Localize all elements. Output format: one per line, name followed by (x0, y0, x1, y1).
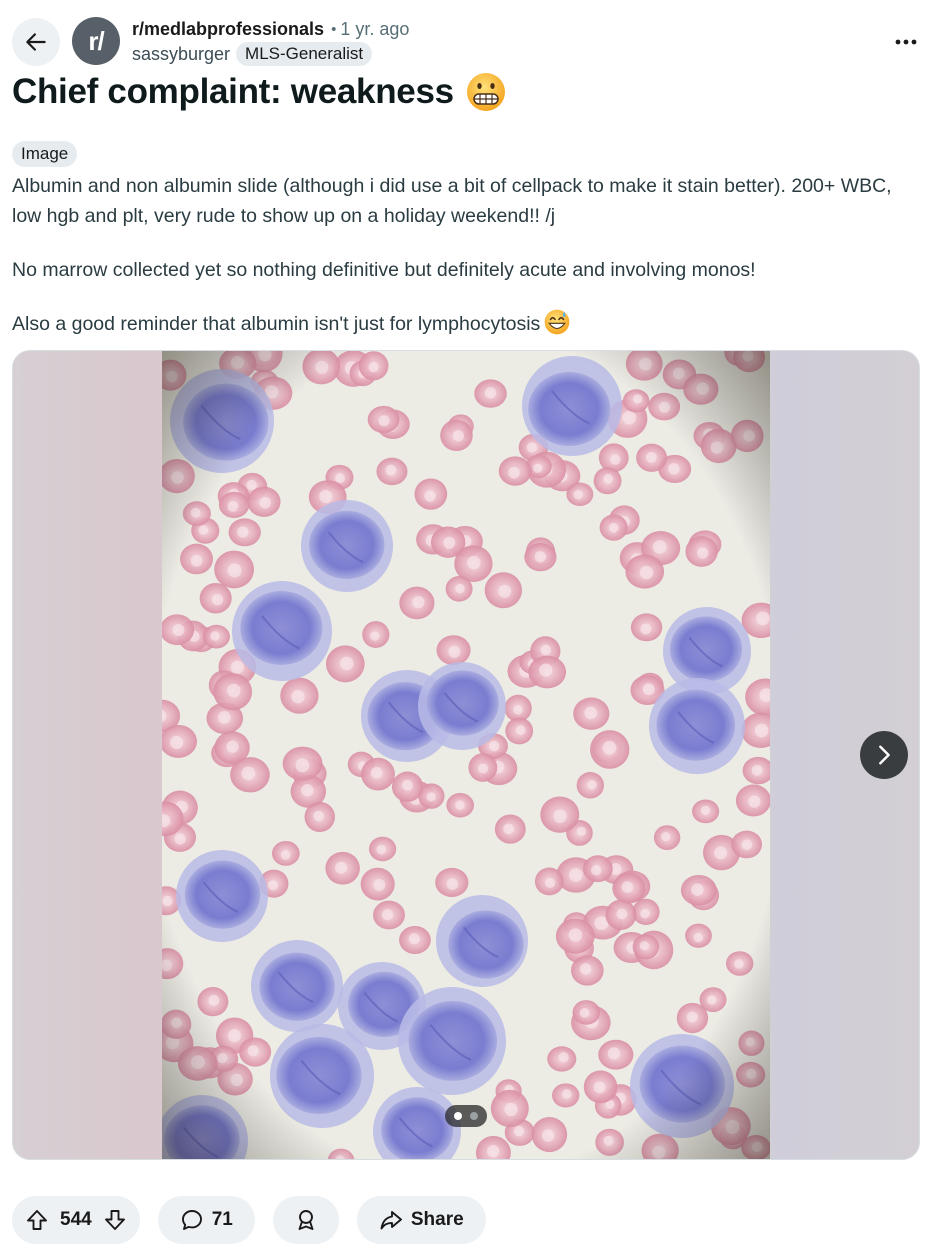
post-age: 1 yr. ago (340, 19, 410, 39)
subreddit-avatar[interactable]: r/ (72, 17, 120, 65)
share-label: Share (410, 1209, 464, 1230)
post-title-text: Chief complaint: weakness (12, 72, 454, 111)
subreddit-name[interactable]: r/medlabprofessionals (132, 19, 324, 40)
author-name[interactable]: sassyburger (132, 44, 230, 65)
user-flair: MLS-Generalist (236, 42, 373, 66)
upvote-arrow-icon (27, 1210, 47, 1230)
gallery-next-button[interactable] (860, 731, 908, 779)
chevron-right-icon (879, 745, 890, 765)
comment-bubble-icon (181, 1210, 202, 1230)
body-paragraph-text: Also a good reminder that albumin isn't … (12, 313, 541, 335)
image-gallery[interactable] (12, 350, 920, 1160)
downvote-arrow-icon (104, 1210, 125, 1230)
blood-smear-image[interactable] (162, 351, 770, 1159)
back-button[interactable] (12, 18, 60, 66)
gallery-dot[interactable] (470, 1112, 478, 1120)
vote-control: 544 (12, 1196, 140, 1244)
body-paragraph: No marrow collected yet so nothing defin… (12, 259, 756, 281)
gallery-pagination (445, 1105, 487, 1127)
downvote-button[interactable] (102, 1207, 128, 1233)
grinning-sweat-emoji (544, 309, 570, 335)
post-type-tag: Image (12, 141, 78, 167)
share-button[interactable]: Share (356, 1196, 486, 1244)
post-body: Albumin and non albumin slide (although … (12, 171, 922, 363)
award-icon (298, 1210, 314, 1230)
body-paragraph: Also a good reminder that albumin isn't … (12, 309, 922, 339)
comments-button[interactable]: 71 (157, 1196, 255, 1244)
gallery-dot-active[interactable] (454, 1112, 462, 1120)
arrow-left-icon (26, 33, 46, 51)
share-arrow-icon (380, 1211, 402, 1230)
author-line: sassyburger MLS-Generalist (132, 42, 373, 66)
action-bar: 544 71 Share (12, 1196, 486, 1244)
body-paragraph: Albumin and non albumin slide (although … (12, 175, 892, 227)
vote-count: 544 (60, 1209, 92, 1230)
comment-count: 71 (211, 1209, 233, 1230)
more-options-button[interactable] (892, 28, 920, 56)
upvote-button[interactable] (24, 1207, 50, 1233)
post-meta: r/medlabprofessionals • 1 yr. ago (132, 19, 409, 40)
award-button[interactable] (272, 1196, 339, 1244)
ellipsis-icon (895, 39, 917, 45)
grimacing-face-emoji (466, 73, 505, 111)
post-title: Chief complaint: weakness (12, 72, 506, 112)
meta-separator: • (331, 21, 337, 38)
